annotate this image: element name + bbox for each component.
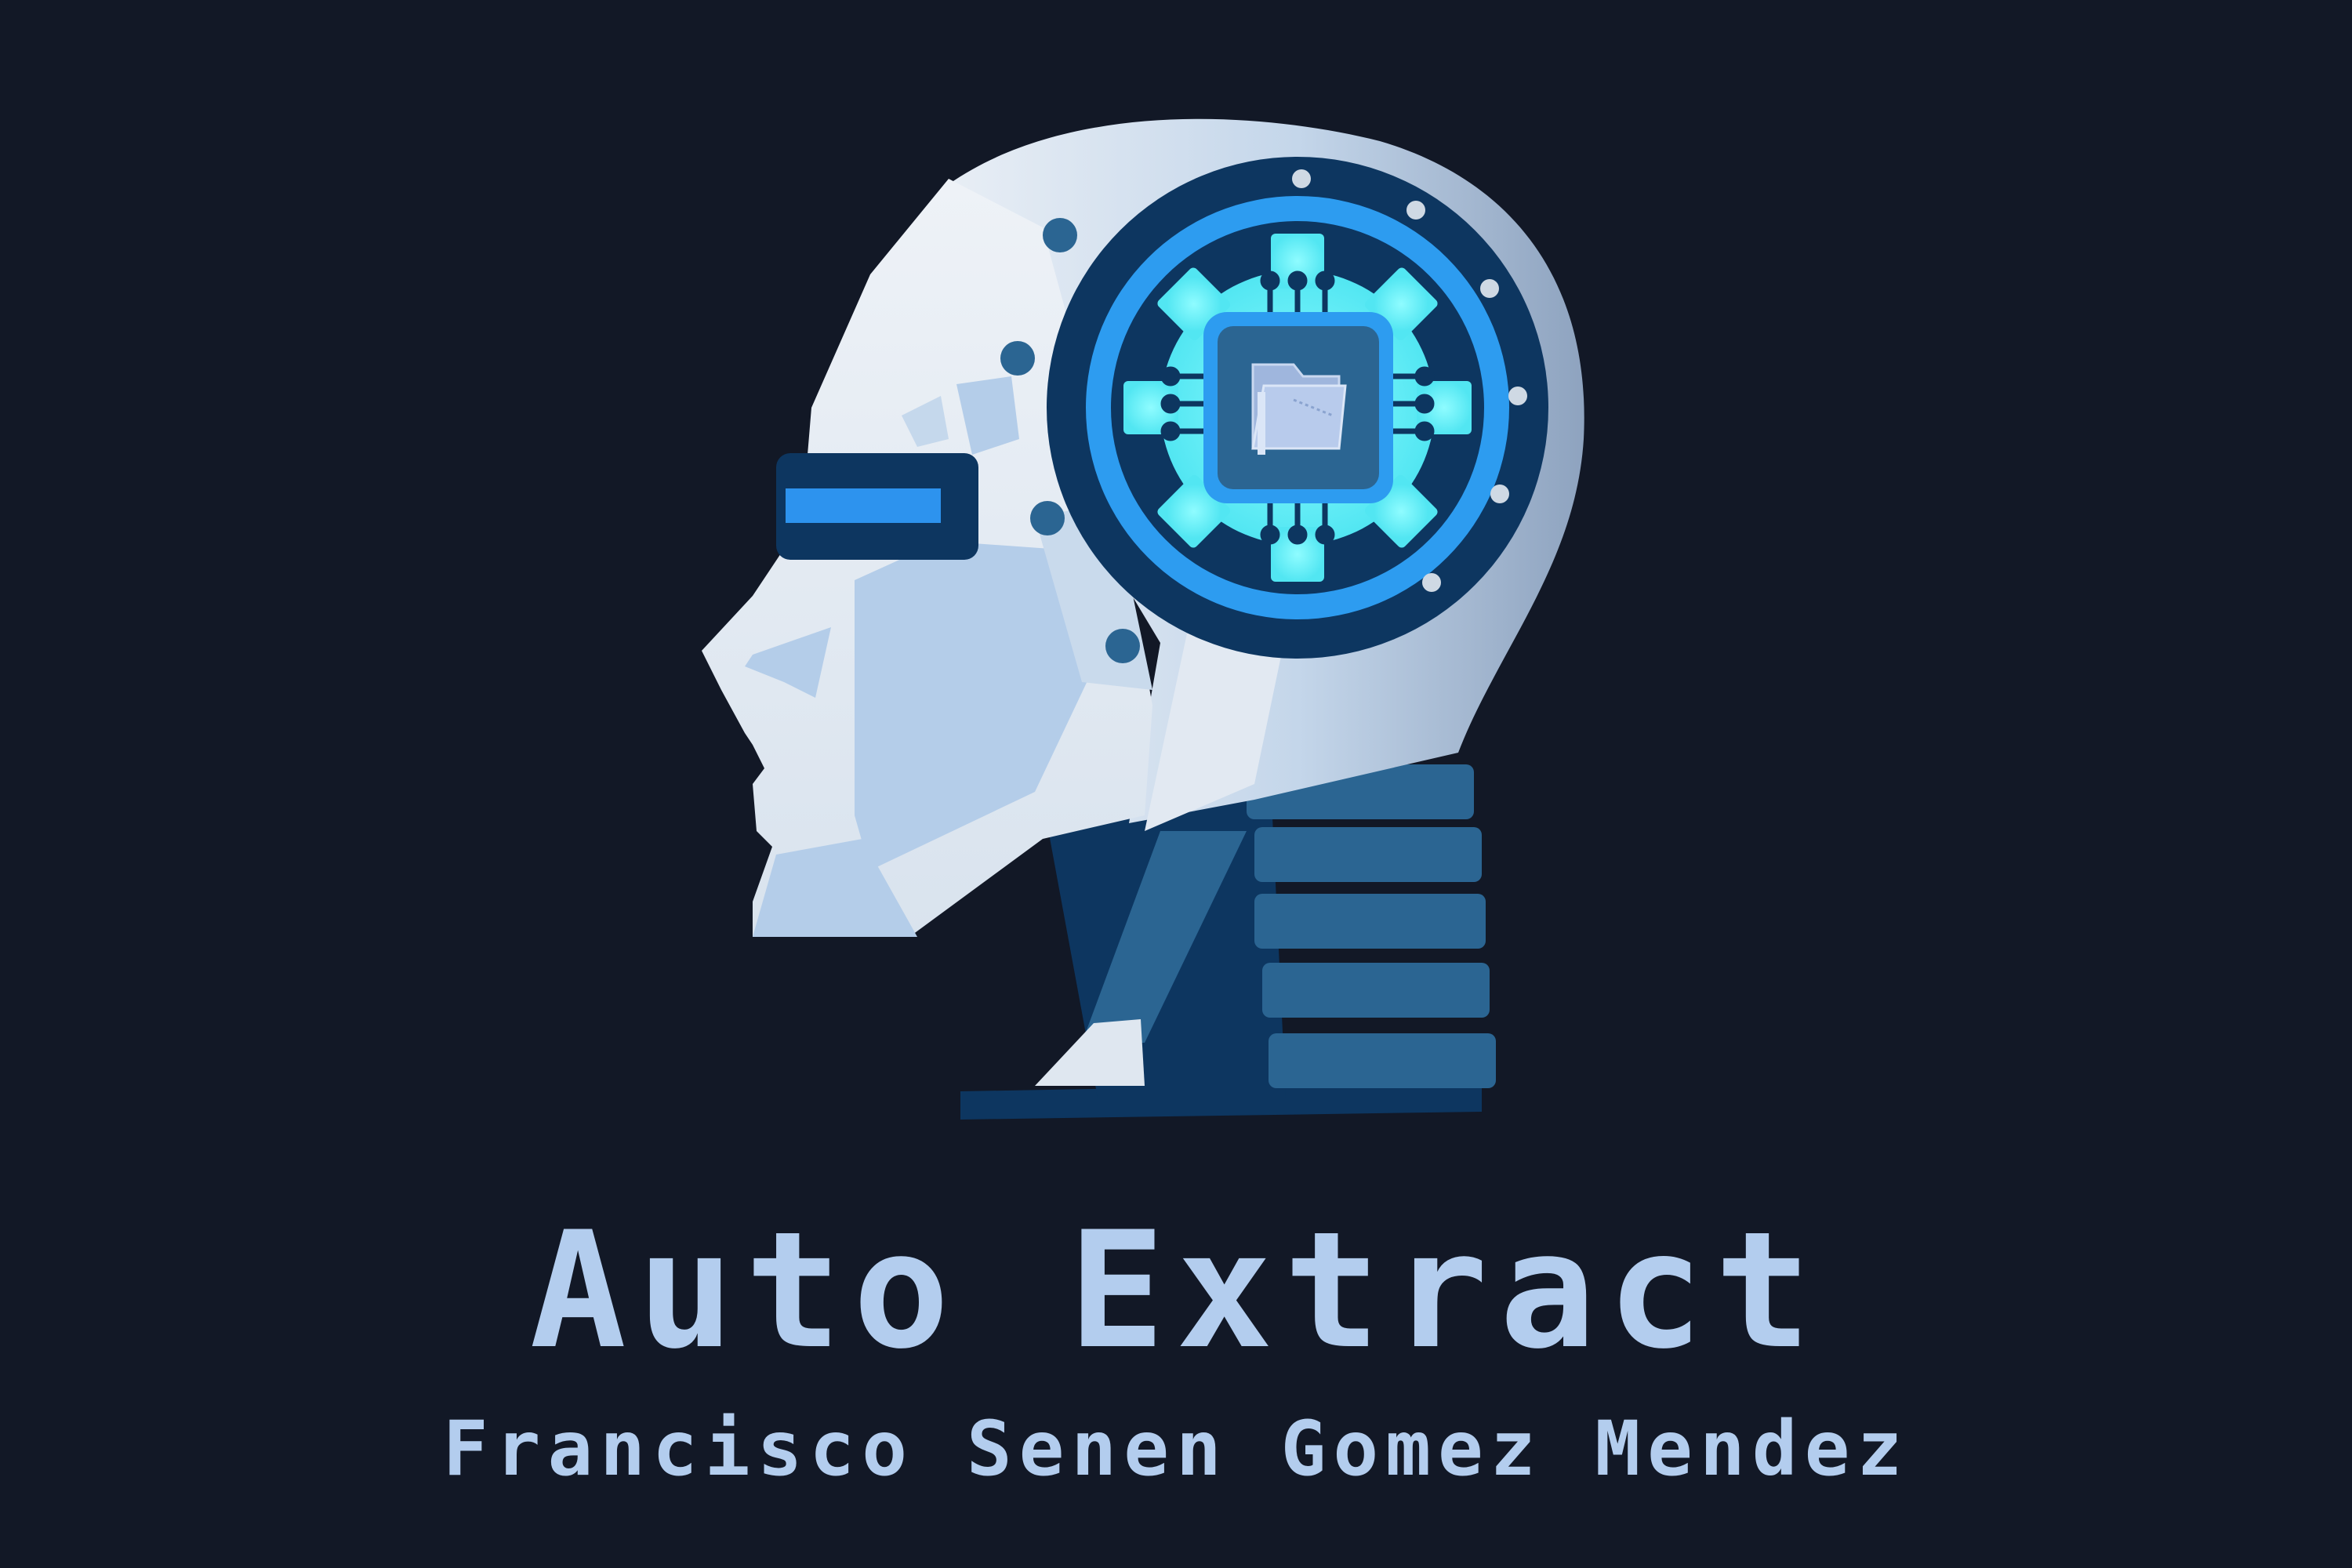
- poster: Auto Extract Francisco Senen Gomez Mende…: [0, 0, 2352, 1568]
- folder-icon: [1251, 363, 1347, 455]
- neck-ribs: [1247, 764, 1496, 1088]
- visor: [776, 453, 978, 560]
- app-title: Auto Extract: [529, 1198, 1823, 1385]
- author-name: Francisco Senen Gomez Mendez: [442, 1405, 1910, 1493]
